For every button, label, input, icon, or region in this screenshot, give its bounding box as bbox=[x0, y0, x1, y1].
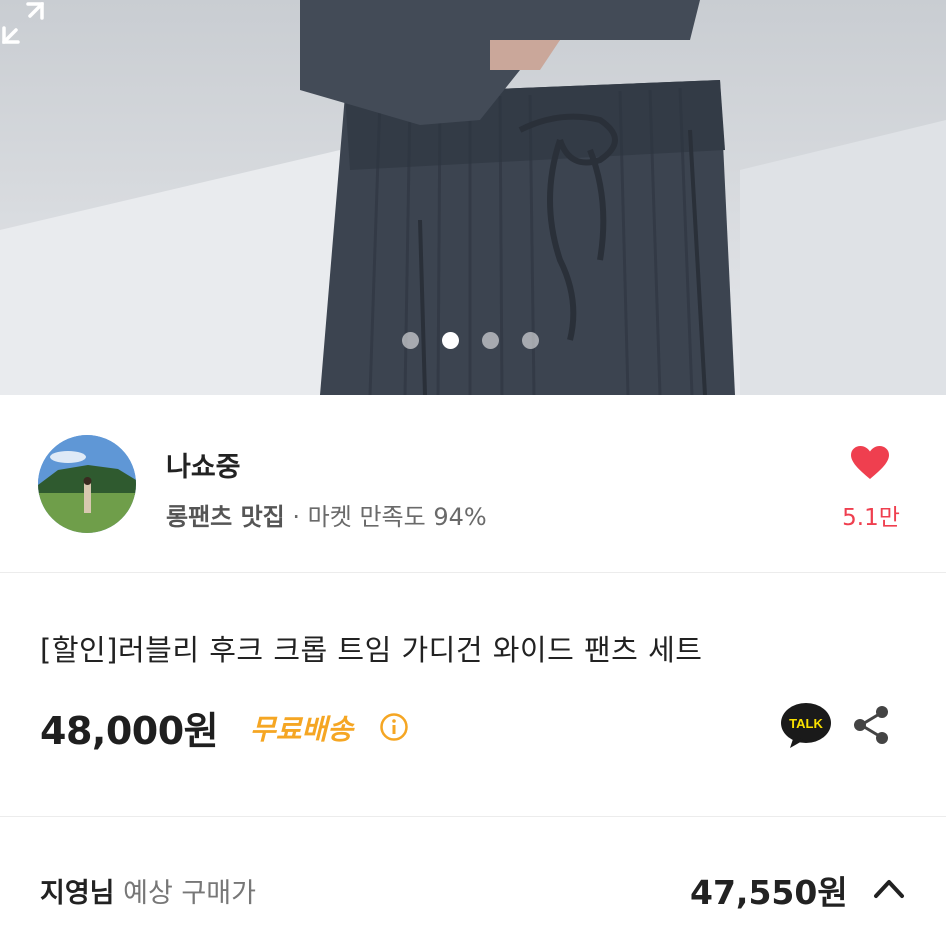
heart-icon[interactable] bbox=[850, 445, 890, 481]
divider bbox=[0, 816, 946, 817]
kakaotalk-badge-text: TALK bbox=[789, 716, 823, 731]
info-icon[interactable] bbox=[379, 712, 409, 742]
expected-price-text: 예상 구매가 bbox=[123, 878, 256, 909]
user-name: 지영님 bbox=[40, 878, 115, 909]
free-shipping-label: 무료배송 bbox=[250, 713, 354, 746]
product-title: [할인]러블리 후크 크롭 트임 가디건 와이드 팬츠 세트 bbox=[40, 633, 703, 667]
carousel-dot[interactable] bbox=[402, 332, 419, 349]
carousel-dot[interactable] bbox=[482, 332, 499, 349]
seller-tagline-row: 롱팬츠 맛집 · 마켓 만족도 94% bbox=[166, 497, 487, 532]
seller-section: 나쇼중 롱팬츠 맛집 · 마켓 만족도 94% bbox=[0, 395, 946, 572]
product-image[interactable] bbox=[0, 0, 946, 395]
market-satisfaction: 마켓 만족도 94% bbox=[307, 503, 487, 531]
kakaotalk-icon[interactable]: TALK bbox=[780, 702, 832, 750]
carousel-dots[interactable] bbox=[402, 332, 539, 349]
like-count: 5.1만 bbox=[842, 505, 900, 531]
seller-tagline: 롱팬츠 맛집 bbox=[166, 503, 285, 531]
seller-avatar[interactable] bbox=[38, 435, 136, 533]
expected-price-label: 지영님 예상 구매가 bbox=[40, 871, 256, 910]
carousel-dot[interactable] bbox=[522, 332, 539, 349]
product-price: 48,000원 bbox=[40, 709, 219, 753]
chevron-up-icon[interactable] bbox=[872, 876, 906, 900]
expand-icon[interactable] bbox=[0, 0, 46, 46]
separator: · bbox=[284, 503, 308, 531]
expected-price[interactable]: 47,550원 bbox=[690, 866, 848, 914]
divider bbox=[0, 572, 946, 573]
seller-name[interactable]: 나쇼중 bbox=[166, 445, 241, 484]
share-icon[interactable] bbox=[852, 704, 890, 746]
carousel-dot-active[interactable] bbox=[442, 332, 459, 349]
